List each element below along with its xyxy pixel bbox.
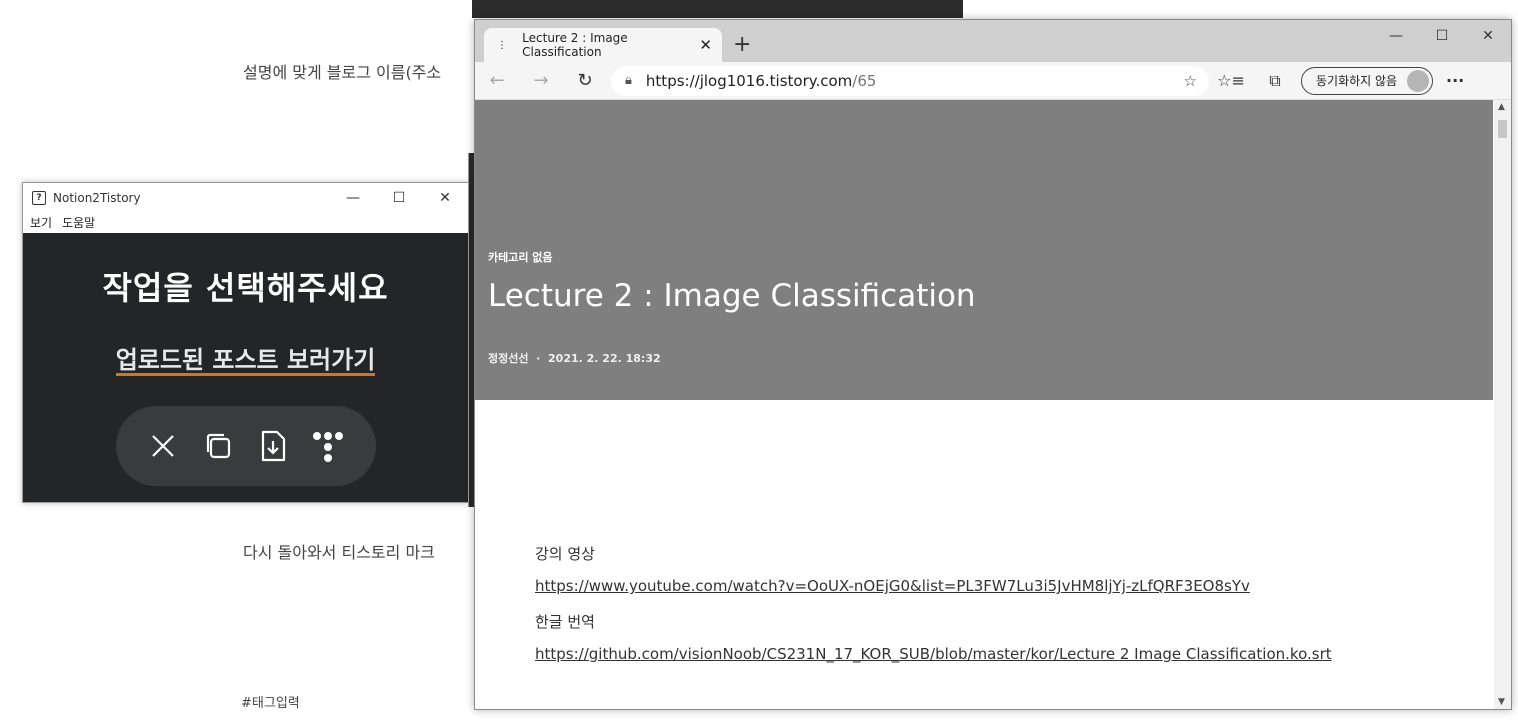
paragraph-korean-translation: 한글 번역 [535,613,595,631]
collections-icon[interactable]: ⧉ [1253,71,1297,91]
avatar-icon [1407,69,1430,92]
x-icon [152,435,174,457]
page-scrollbar[interactable]: ▲ ▼ [1494,100,1511,709]
add-favorite-icon[interactable]: ☆ [1184,72,1197,90]
copy-button[interactable] [198,426,238,466]
tab-title: Lecture 2 : Image Classification [522,31,628,59]
tab-strip: ⋮ Lecture 2 : Image Classification ✕ + —… [475,20,1511,62]
new-tab-icon[interactable]: + [733,32,751,57]
notion2tistory-window: ? Notion2Tistory — ☐ ✕ 보기 도움말 작업을 선택해주세요… [22,182,469,503]
github-link[interactable]: https://github.com/visionNoob/CS231N_17_… [535,645,1332,663]
paragraph-lecture-video: 강의 영상 [535,545,595,563]
close-button[interactable] [143,426,183,466]
n2t-heading: 작업을 선택해주세요 [102,269,389,307]
n2t-window-controls: — ☐ ✕ [330,183,468,212]
background-dark-strip [472,0,963,18]
close-icon[interactable]: ✕ [422,183,468,212]
post-author: 정정선선 [488,352,529,365]
back-icon[interactable]: ← [475,70,519,91]
n2t-toolbar [115,406,376,486]
post-title: Lecture 2 : Image Classification [488,278,976,314]
page-content: 카테고리 없음 Lecture 2 : Image Classification… [475,100,1493,709]
post-category[interactable]: 카테고리 없음 [488,249,553,265]
scroll-up-icon[interactable]: ▲ [1498,102,1505,112]
n2t-menubar: 보기 도움말 [23,212,468,233]
view-uploaded-post-link[interactable]: 업로드된 포스트 보러가기 [115,347,376,376]
post-body: 강의 영상 https://www.youtube.com/watch?v=Oo… [475,400,1493,664]
download-button[interactable] [253,426,293,466]
maximize-icon[interactable]: ☐ [1419,20,1465,52]
maximize-icon[interactable]: ☐ [376,183,422,212]
lock-icon[interactable]: 🔒︎ [625,73,632,88]
browser-window-controls: — ☐ ✕ [1373,20,1511,52]
address-bar: ← → ↻ 🔒︎ https://jlog1016.tistory.com/65… [475,62,1511,100]
menu-help[interactable]: 도움말 [62,214,95,231]
background-text-2: 다시 돌아와서 티스토리 마크 [243,543,435,562]
app-icon: ? [32,190,46,205]
forward-icon[interactable]: → [519,70,563,91]
url-host: https://jlog1016.tistory.com [645,71,853,90]
minimize-icon[interactable]: — [330,183,376,212]
background-text-1: 설명에 맞게 블로그 이름(주소 [243,63,442,82]
n2t-body: 작업을 선택해주세요 업로드된 포스트 보러가기 [23,263,468,486]
tistory-icon [313,432,343,462]
more-icon[interactable]: ··· [1433,71,1477,90]
tag-input[interactable]: #태그입력 [241,692,300,711]
url-path: /65 [852,71,877,90]
post-meta: 정정선선 · 2021. 2. 22. 18:32 [488,350,661,366]
sync-button[interactable]: 동기화하지 않음 [1301,66,1434,95]
favorites-icon[interactable]: ☆≡ [1209,71,1253,90]
post-header: 카테고리 없음 Lecture 2 : Image Classification… [475,100,1493,400]
post-date: 2021. 2. 22. 18:32 [548,352,661,365]
url-input[interactable]: 🔒︎ https://jlog1016.tistory.com/65 ☆ [611,65,1209,96]
tistory-button[interactable] [308,426,348,466]
copy-icon [206,433,231,459]
refresh-icon[interactable]: ↻ [563,70,607,91]
n2t-window-title: Notion2Tistory [53,190,141,205]
minimize-icon[interactable]: — [1373,20,1419,52]
scroll-thumb[interactable] [1498,120,1507,138]
meta-separator: · [532,352,545,365]
tistory-favicon-icon: ⋮ [497,39,507,51]
download-file-icon [261,430,286,462]
youtube-link[interactable]: https://www.youtube.com/watch?v=OoUX-nOE… [535,577,1250,595]
scroll-down-icon[interactable]: ▼ [1498,697,1505,707]
sync-label: 동기화하지 않음 [1316,74,1398,88]
close-icon[interactable]: ✕ [1465,20,1511,52]
n2t-titlebar[interactable]: ? Notion2Tistory — ☐ ✕ [23,183,468,212]
browser-window: ⋮ Lecture 2 : Image Classification ✕ + —… [474,19,1512,710]
tab-close-icon[interactable]: ✕ [699,36,712,54]
menu-view[interactable]: 보기 [30,214,52,231]
tab-lecture-2[interactable]: ⋮ Lecture 2 : Image Classification ✕ [484,28,722,62]
